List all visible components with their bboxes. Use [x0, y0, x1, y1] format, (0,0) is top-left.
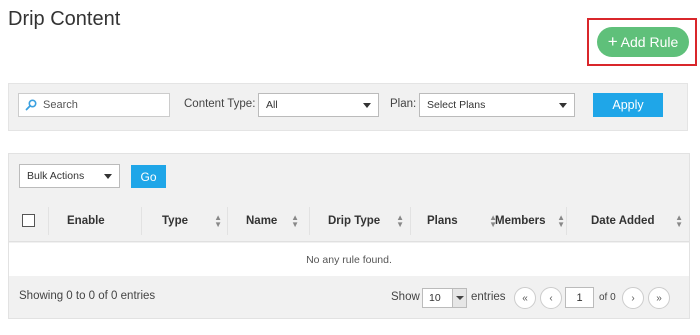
select-all-checkbox[interactable]	[22, 214, 35, 227]
column-header-type[interactable]: Type ▲ ▼	[162, 200, 222, 242]
go-button[interactable]: Go	[131, 165, 166, 188]
column-divider	[309, 207, 310, 235]
sort-icon: ▲ ▼	[214, 213, 222, 229]
chevron-down-icon	[452, 289, 466, 307]
column-header-plans[interactable]: Plans ▲ ▼	[427, 200, 497, 242]
column-divider	[566, 207, 567, 235]
add-rule-button[interactable]: + Add Rule	[597, 27, 689, 57]
table-header: Enable Type ▲ ▼ Name ▲ ▼ Drip Type ▲ ▼ Plan…	[9, 200, 689, 242]
column-divider	[141, 207, 142, 235]
search-icon	[25, 99, 37, 111]
sort-icon: ▲ ▼	[675, 213, 683, 229]
showing-entries-text: Showing 0 to 0 of 0 entries	[19, 290, 156, 302]
bulk-actions-value: Bulk Actions	[27, 170, 85, 182]
search-input[interactable]	[43, 99, 163, 111]
column-divider	[48, 207, 49, 235]
plan-value: Select Plans	[427, 99, 486, 111]
entries-label: entries	[471, 291, 506, 303]
content-type-value: All	[266, 99, 278, 111]
previous-page-button[interactable]: ‹	[540, 287, 562, 309]
last-page-button[interactable]: »	[648, 287, 670, 309]
empty-table-message: No any rule found.	[9, 243, 689, 276]
column-header-enable[interactable]: Enable	[67, 200, 137, 242]
apply-button[interactable]: Apply	[593, 93, 663, 117]
column-header-name[interactable]: Name ▲ ▼	[246, 200, 299, 242]
show-label: Show	[391, 291, 420, 303]
plan-select[interactable]: Select Plans	[419, 93, 575, 117]
next-page-button[interactable]: ›	[622, 287, 644, 309]
content-type-label: Content Type:	[184, 98, 256, 110]
chevron-right-icon: ›	[631, 292, 635, 304]
column-header-date-added[interactable]: Date Added ▲ ▼	[591, 200, 683, 242]
chevron-down-icon	[104, 174, 112, 179]
page-size-select[interactable]: 10	[422, 288, 467, 308]
current-page-input[interactable]: 1	[565, 287, 594, 308]
search-field[interactable]	[18, 93, 170, 117]
sort-icon: ▲ ▼	[557, 213, 565, 229]
double-chevron-right-icon: »	[656, 292, 662, 304]
sort-icon: ▲ ▼	[396, 213, 404, 229]
bulk-actions-select[interactable]: Bulk Actions	[19, 164, 120, 188]
double-chevron-left-icon: «	[522, 292, 528, 304]
plan-label: Plan:	[390, 98, 417, 110]
column-divider	[227, 207, 228, 235]
page-title: Drip Content	[8, 8, 121, 30]
chevron-down-icon	[559, 103, 567, 108]
content-type-select[interactable]: All	[258, 93, 379, 117]
column-header-members[interactable]: Members ▲ ▼	[495, 200, 565, 242]
column-divider	[410, 207, 411, 235]
plus-icon: +	[607, 31, 618, 51]
page-size-value: 10	[429, 292, 441, 304]
add-rule-label: Add Rule	[620, 34, 679, 50]
chevron-left-icon: ‹	[549, 292, 553, 304]
sort-icon: ▲ ▼	[291, 213, 299, 229]
chevron-down-icon	[363, 103, 371, 108]
total-pages-label: of 0	[599, 292, 616, 303]
first-page-button[interactable]: «	[514, 287, 536, 309]
column-header-drip-type[interactable]: Drip Type ▲ ▼	[328, 200, 404, 242]
